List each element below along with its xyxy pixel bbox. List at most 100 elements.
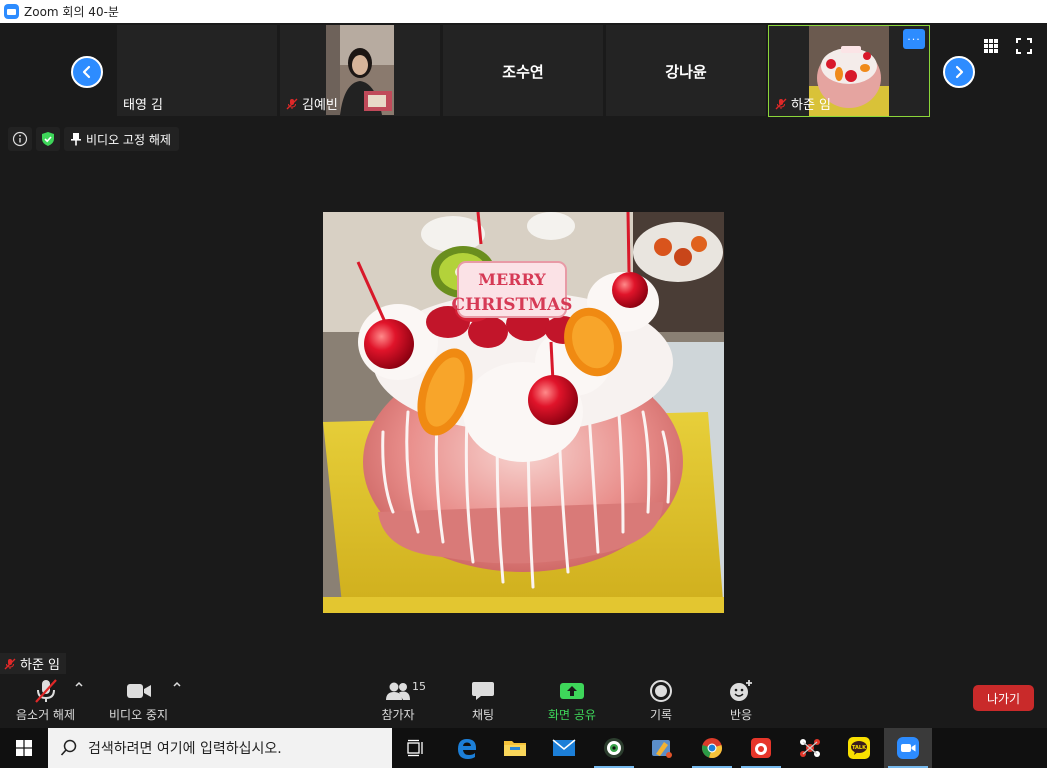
muted-mic-icon [775, 98, 787, 109]
video-tile[interactable]: 태영 김 [117, 25, 277, 116]
fullscreen-icon [1016, 38, 1032, 54]
video-tile[interactable]: 조수연 [443, 25, 603, 116]
search-placeholder: 검색하려면 여기에 입력하십시오. [88, 741, 282, 757]
windows-taskbar: 검색하려면 여기에 입력하십시오. TALK [0, 728, 1047, 768]
svg-text:TALK: TALK [852, 745, 867, 751]
taskbar-app-running[interactable] [737, 728, 785, 768]
task-view-icon [407, 739, 423, 757]
video-options-caret-icon[interactable] [171, 678, 183, 690]
taskbar-app-running[interactable] [590, 728, 638, 768]
paint-palette-icon [652, 740, 672, 758]
taskbar-edge-app[interactable] [443, 728, 491, 768]
cake-plaque-text: CHRISTMAS [452, 295, 573, 315]
cake-video-frame: MERRY CHRISTMAS [323, 212, 724, 613]
participants-label: 참가자 [381, 708, 415, 722]
record-label: 기록 [649, 708, 673, 722]
info-icon [12, 131, 28, 147]
pin-icon [71, 133, 81, 146]
gallery-view-button[interactable] [982, 37, 1000, 55]
chrome-browser-icon [702, 738, 722, 758]
tile-more-options-button[interactable]: ··· [903, 29, 925, 49]
title-bar: Zoom 회의 40-분 [0, 0, 1047, 23]
reactions-button[interactable]: 반응 [721, 678, 761, 723]
active-speaker-label: 하준 임 [0, 653, 67, 674]
record-icon [650, 680, 672, 702]
unpin-video-button[interactable]: 비디오 고정 해제 [64, 127, 179, 151]
unpin-video-label: 비디오 고정 해제 [86, 132, 171, 147]
smiley-plus-icon [730, 680, 752, 701]
meeting-controls: 음소거 해제 비디오 중지 15 참가자 채팅 화면 공유 기록 반응 나가기 [0, 674, 1047, 728]
participant-name: 김예빈 [302, 98, 338, 113]
taskbar-zoom-app[interactable] [884, 728, 932, 768]
record-app-icon [751, 738, 771, 758]
tile-name-label: 하준 임 [775, 94, 831, 113]
participants-button[interactable]: 15 참가자 [372, 678, 426, 723]
windows-logo-icon [16, 740, 32, 756]
taskbar-file-explorer-app[interactable] [491, 728, 539, 768]
tile-name-label: 김예빈 [286, 94, 338, 113]
previous-page-button[interactable] [71, 56, 103, 88]
chevron-left-icon [82, 65, 91, 79]
share-screen-label: 화면 공유 [548, 708, 596, 722]
kakaotalk-icon: TALK [848, 737, 870, 759]
video-tile[interactable]: 김예빈 [280, 25, 440, 116]
video-tile[interactable]: 강나윤 [606, 25, 766, 116]
zoom-app-icon [4, 4, 19, 19]
muted-mic-icon [4, 658, 16, 669]
edge-browser-icon [458, 739, 476, 759]
task-view-button[interactable] [392, 728, 440, 768]
share-screen-icon [560, 683, 584, 699]
more-options-label: ··· [907, 32, 921, 46]
shield-check-icon [42, 132, 54, 146]
stop-video-button[interactable]: 비디오 중지 [106, 678, 171, 723]
muted-mic-icon [286, 98, 298, 109]
folder-icon [504, 741, 526, 756]
taskbar-app[interactable] [786, 728, 834, 768]
audio-options-caret-icon[interactable] [73, 678, 85, 690]
taskbar-mail-app[interactable] [540, 728, 588, 768]
meeting-info-button[interactable] [8, 127, 32, 151]
record-button[interactable]: 기록 [641, 678, 681, 723]
fullscreen-button[interactable] [1015, 37, 1033, 55]
participants-count: 15 [412, 680, 426, 693]
start-button[interactable] [0, 728, 48, 768]
main-video: MERRY CHRISTMAS [323, 212, 724, 613]
meeting-info-row: 비디오 고정 해제 [8, 127, 179, 151]
participant-name: 하준 임 [791, 98, 832, 113]
grid-icon [984, 39, 998, 53]
active-speaker-name: 하준 임 [20, 658, 61, 673]
reactions-label: 반응 [729, 708, 753, 722]
zoom-window: Zoom 회의 40-분 태영 김 김예빈 조수연 강나윤 ··· 하준 임 비… [0, 0, 1047, 768]
chat-label: 채팅 [471, 708, 495, 722]
share-screen-button[interactable]: 화면 공유 [543, 678, 601, 723]
leave-meeting-button[interactable]: 나가기 [973, 685, 1034, 711]
video-tile-active[interactable]: ··· 하준 임 [768, 25, 930, 117]
window-title: Zoom 회의 40-분 [24, 5, 119, 19]
mail-icon [552, 739, 576, 756]
unmute-label: 음소거 해제 [15, 708, 75, 722]
participant-name: 태영 김 [123, 98, 164, 113]
search-icon [60, 739, 77, 756]
tile-name-label: 태영 김 [123, 94, 163, 113]
participant-name: 조수연 [502, 63, 544, 81]
taskbar-search-box[interactable]: 검색하려면 여기에 입력하십시오. [48, 728, 392, 768]
taskbar-chrome-app[interactable] [688, 728, 736, 768]
muted-mic-icon [34, 679, 57, 703]
unmute-button[interactable]: 음소거 해제 [13, 678, 78, 723]
chevron-right-icon [955, 65, 964, 79]
cake-plaque-text: MERRY [478, 270, 546, 289]
camera-lens-app-icon [604, 738, 624, 758]
taskbar-kakaotalk-app[interactable]: TALK [835, 728, 883, 768]
chat-button[interactable]: 채팅 [463, 678, 503, 723]
network-app-icon [800, 739, 820, 757]
stop-video-label: 비디오 중지 [108, 708, 168, 722]
chat-bubble-icon [472, 682, 494, 700]
encryption-status-button[interactable] [36, 127, 60, 151]
zoom-app-icon [897, 737, 919, 759]
taskbar-paint-app[interactable] [638, 728, 686, 768]
video-camera-icon [126, 684, 151, 698]
participant-name: 강나윤 [665, 63, 707, 81]
meeting-area: 태영 김 김예빈 조수연 강나윤 ··· 하준 임 비디오 고정 해제 MERR… [0, 23, 1047, 728]
leave-label: 나가기 [986, 691, 1021, 706]
next-page-button[interactable] [943, 56, 975, 88]
